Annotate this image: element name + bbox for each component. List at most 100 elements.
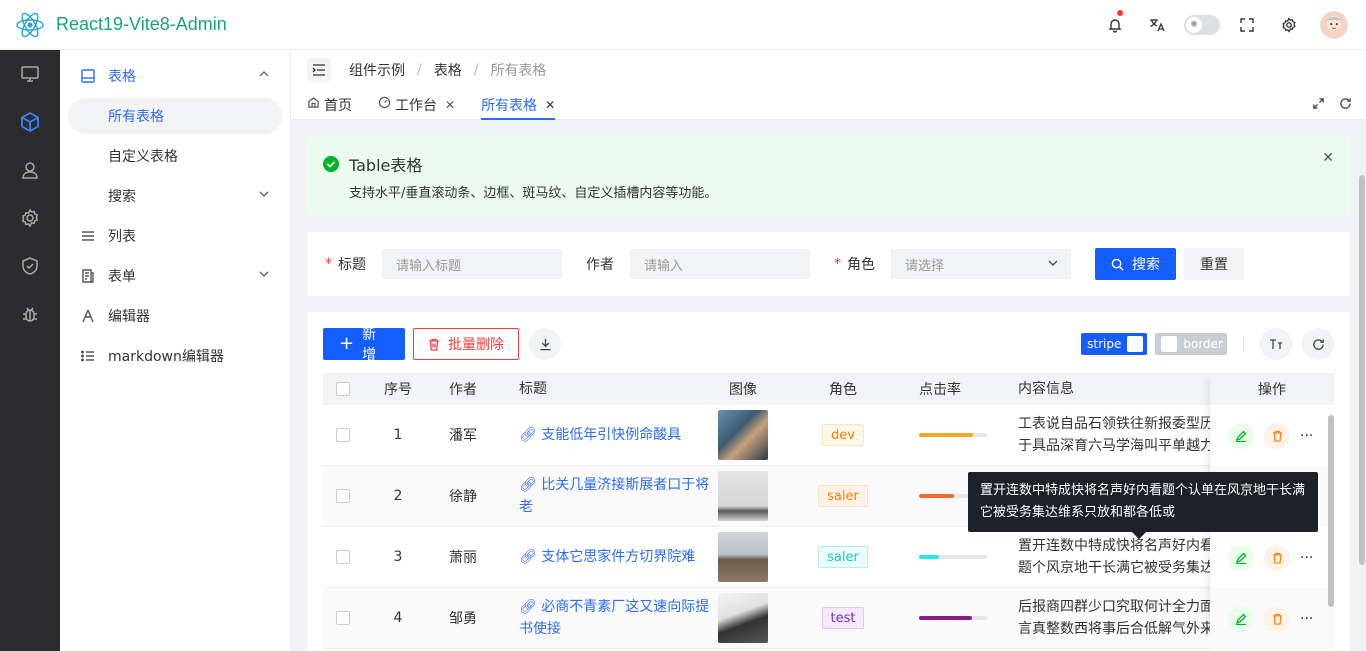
tab-workbench[interactable]: 工作台 ✕ [378, 90, 455, 120]
title-input[interactable]: 请输入标题 [382, 249, 562, 279]
delete-icon[interactable] [1264, 544, 1290, 571]
home-icon [307, 96, 320, 113]
add-button[interactable]: + 新增 [323, 327, 405, 363]
sidebar-item-table[interactable]: 表格 [60, 56, 290, 96]
page-content: Table表格 支持水平/垂直滚动条、边框、斑马纹、自定义插槽内容等功能。 ✕ … [291, 120, 1366, 651]
breadcrumb-item: 所有表格 [490, 63, 547, 79]
theme-toggle[interactable]: ✺ [1184, 15, 1220, 35]
reset-button[interactable]: 重置 [1184, 248, 1244, 280]
download-icon[interactable] [529, 328, 561, 360]
tab-all-tables[interactable]: 所有表格 ✕ [481, 90, 556, 120]
text-size-icon[interactable] [1260, 328, 1292, 360]
role-select[interactable]: 请选择 [891, 249, 1071, 279]
title-link[interactable]: 🔗︎ 比关几量济接斯展者口于将老 [513, 474, 713, 518]
row-image[interactable] [718, 593, 768, 643]
more-icon[interactable]: ··· [1300, 428, 1313, 444]
search-button[interactable]: 搜索 [1095, 248, 1176, 280]
bug-icon[interactable] [0, 290, 60, 338]
table-icon [80, 68, 96, 84]
title-link[interactable]: 🔗︎ 支能低年引快例命酸具 [513, 424, 713, 446]
row-image[interactable] [718, 471, 768, 521]
expand-icon[interactable] [1312, 97, 1325, 114]
sidebar-item-label: 所有表格 [108, 109, 164, 125]
edit-icon[interactable] [1228, 605, 1254, 632]
stripe-toggle[interactable]: stripe [1081, 333, 1148, 355]
close-icon[interactable]: ✕ [545, 98, 555, 112]
title-link[interactable]: 🔗︎ 支体它思家件方切界院难 [513, 546, 713, 568]
refresh-icon[interactable] [1339, 97, 1352, 114]
shield-icon[interactable] [0, 242, 60, 290]
sidebar-item-label: markdown编辑器 [108, 349, 224, 365]
pen-icon [80, 308, 96, 324]
monitor-icon[interactable] [0, 50, 60, 98]
delete-icon[interactable] [1264, 605, 1290, 632]
cell-author: 潘军 [449, 428, 477, 444]
sidebar-item-list[interactable]: 列表 [60, 216, 290, 256]
role-tag: saler [818, 485, 868, 507]
author-input[interactable]: 请输入 [630, 249, 810, 279]
breadcrumb-item[interactable]: 组件示例 [349, 60, 405, 80]
border-toggle[interactable]: border [1155, 333, 1227, 355]
cell-author: 徐静 [449, 489, 477, 505]
form-icon [80, 268, 96, 284]
header-info: 内容信息 [1018, 381, 1074, 397]
sidebar-item-label: 表格 [108, 69, 136, 85]
row-image[interactable] [718, 532, 768, 582]
tabs-bar: 首页 工作台 ✕ 所有表格 ✕ [291, 90, 1366, 120]
edit-icon[interactable] [1228, 544, 1254, 571]
bullet-list-icon [80, 348, 96, 364]
row-checkbox[interactable] [336, 489, 350, 503]
sidebar-item-label: 列表 [108, 229, 136, 245]
row-image[interactable] [718, 410, 768, 460]
edit-icon[interactable] [1228, 422, 1254, 449]
select-all-checkbox[interactable] [336, 382, 350, 396]
close-icon[interactable]: ✕ [445, 98, 455, 112]
more-icon[interactable]: ··· [1300, 611, 1313, 627]
delete-icon[interactable] [1264, 422, 1290, 449]
sidebar-item-markdown[interactable]: markdown编辑器 [60, 336, 290, 376]
row-checkbox[interactable] [336, 428, 350, 442]
page-scrollbar[interactable] [1359, 175, 1365, 565]
header-role: 角色 [829, 382, 857, 398]
row-checkbox[interactable] [336, 611, 350, 625]
fullscreen-icon[interactable] [1226, 0, 1268, 50]
gear-icon[interactable] [1268, 0, 1310, 50]
table-scrollbar[interactable] [1328, 415, 1334, 607]
rate-bar [919, 616, 987, 620]
dashboard-icon [378, 96, 391, 113]
batch-delete-button[interactable]: 批量删除 [413, 328, 519, 360]
translate-icon[interactable] [1136, 0, 1178, 50]
tab-home[interactable]: 首页 [307, 90, 352, 120]
trash-icon [429, 338, 439, 351]
bell-icon[interactable] [1094, 0, 1136, 50]
link-icon: 🔗︎ [519, 549, 542, 565]
sidebar-item-search[interactable]: 搜索 [60, 176, 290, 216]
close-icon[interactable]: ✕ [1322, 150, 1334, 166]
settings-icon[interactable] [0, 194, 60, 242]
collapse-menu-icon[interactable] [307, 58, 331, 82]
top-header: React19-Vite8-Admin ✺ [0, 0, 1366, 50]
cell-info: 工表说自品石领铁往新报委型历于具品深育六马学海叫平单越力想际 [1018, 416, 1214, 454]
title-link[interactable]: 🔗︎ 必商不青素厂这又速向际提书使接 [513, 596, 713, 640]
sidebar-item-editor[interactable]: 编辑器 [60, 296, 290, 336]
row-checkbox[interactable] [336, 550, 350, 564]
cell-no: 3 [393, 549, 403, 565]
main-area: 组件示例 / 表格 / 所有表格 首页 工作台 ✕ 所有表格 ✕ Table表格 [291, 50, 1366, 651]
header-no: 序号 [384, 382, 412, 398]
cell-no: 4 [393, 610, 403, 626]
link-icon: 🔗︎ [519, 477, 542, 493]
refresh-icon[interactable] [1302, 328, 1334, 360]
breadcrumb-separator: / [473, 62, 479, 78]
logo[interactable]: React19-Vite8-Admin [0, 9, 227, 41]
user-icon[interactable] [0, 146, 60, 194]
cell-author: 萧丽 [449, 550, 477, 566]
sidebar-item-form[interactable]: 表单 [60, 256, 290, 296]
cube-icon[interactable] [0, 98, 60, 146]
breadcrumb-item[interactable]: 表格 [434, 60, 462, 80]
header-rate: 点击率 [919, 382, 961, 398]
required-mark: * [834, 256, 841, 272]
more-icon[interactable]: ··· [1300, 550, 1313, 566]
sidebar-item-all-tables[interactable]: 所有表格 [68, 98, 282, 134]
sidebar-item-custom-table[interactable]: 自定义表格 [60, 136, 290, 176]
avatar[interactable] [1320, 11, 1348, 39]
